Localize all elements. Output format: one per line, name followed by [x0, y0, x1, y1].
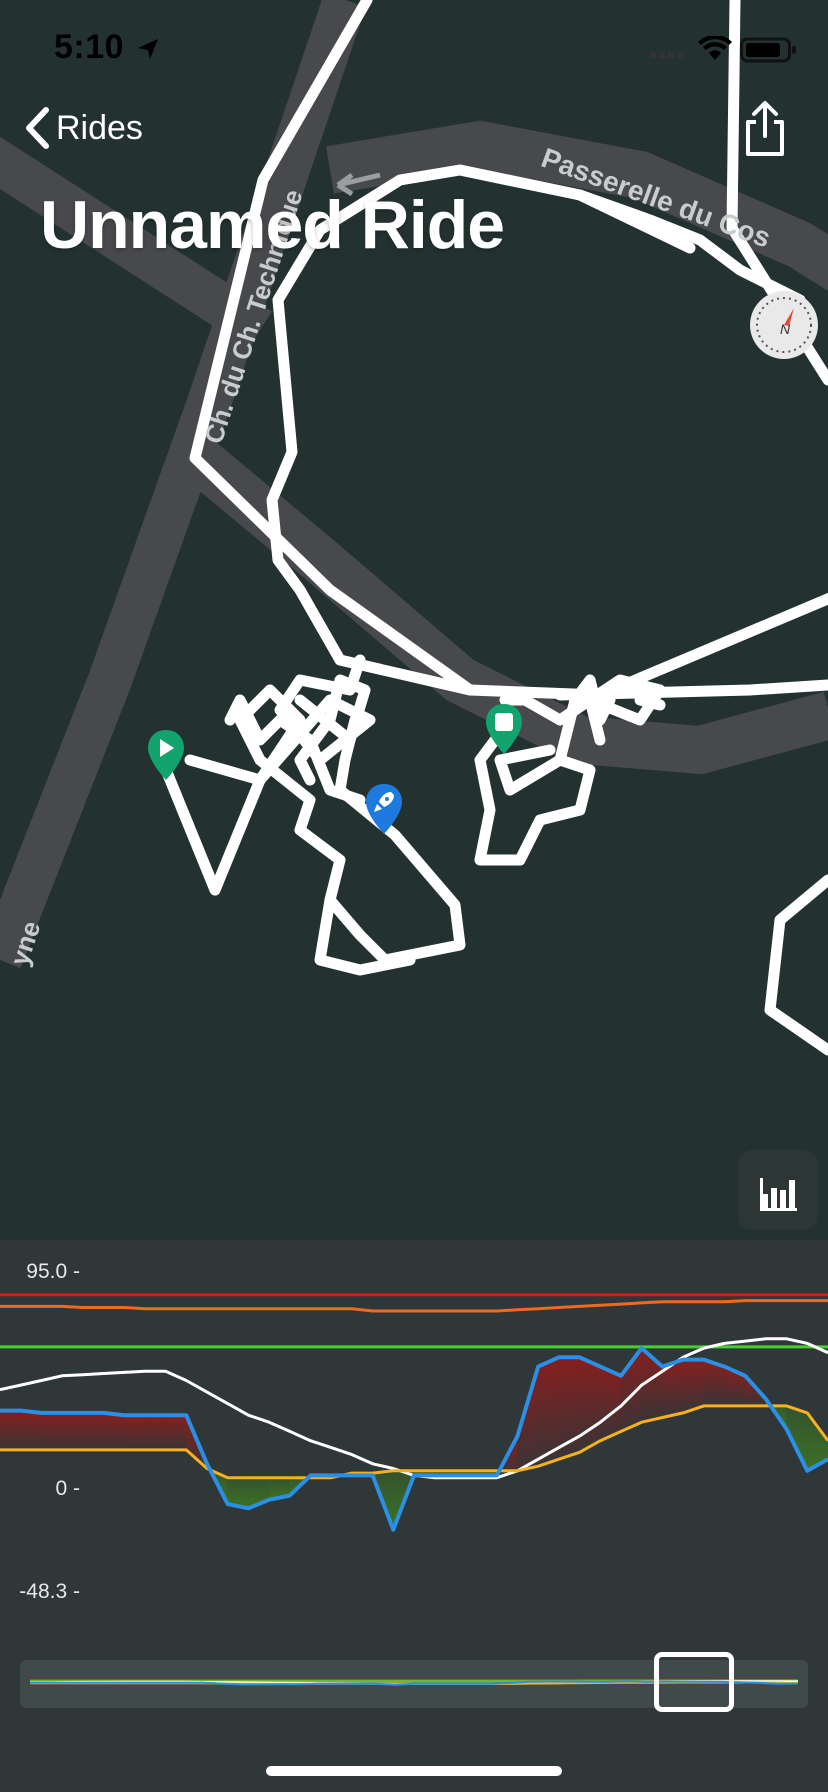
current-marker[interactable] — [364, 782, 404, 836]
share-icon — [746, 101, 784, 156]
back-button[interactable]: Rides — [24, 106, 143, 150]
wifi-icon — [698, 36, 732, 60]
location-arrow-icon — [138, 39, 158, 59]
chart-fill-segment — [165, 1415, 187, 1450]
chart-fill-segment — [683, 1359, 704, 1413]
share-button[interactable] — [740, 100, 790, 160]
chart-fill-segment — [144, 1415, 166, 1450]
status-time: 5:10 — [54, 28, 125, 66]
svg-text:N: N — [780, 321, 791, 337]
chart-fill-segment — [20, 1410, 42, 1450]
ride-chart[interactable] — [0, 1240, 828, 1640]
compass-button[interactable]: N — [747, 288, 821, 362]
chart-fill-segment — [579, 1357, 601, 1453]
stop-marker[interactable] — [484, 702, 524, 756]
home-indicator — [266, 1766, 562, 1776]
chart-fill-segment — [124, 1415, 145, 1450]
chart-toggle-button[interactable] — [738, 1150, 818, 1230]
back-button-label: Rides — [56, 108, 143, 147]
chart-series-line — [0, 1299, 828, 1313]
chevron-left-icon — [26, 107, 49, 149]
battery-icon — [740, 37, 796, 63]
bar-chart-icon — [760, 1178, 797, 1211]
page-title: Unnamed Ride — [40, 187, 505, 263]
chart-fill-segment — [62, 1412, 83, 1450]
chart-fill-segment — [41, 1412, 63, 1450]
status-bar: 5:10 — [0, 0, 828, 96]
chart-fill-segment — [82, 1412, 104, 1450]
map-pin-icon — [366, 784, 402, 834]
map-pin-icon — [148, 730, 184, 780]
minimap-range-handle[interactable] — [654, 1652, 734, 1712]
chart-fill-segment — [558, 1357, 580, 1460]
stop-icon — [495, 713, 513, 731]
chart-fill-segment — [0, 1410, 21, 1450]
cellular-signal-icon — [650, 52, 683, 58]
chart-fill-segment — [103, 1412, 125, 1450]
chart-fill-segment — [600, 1366, 621, 1441]
start-marker[interactable] — [146, 728, 186, 782]
